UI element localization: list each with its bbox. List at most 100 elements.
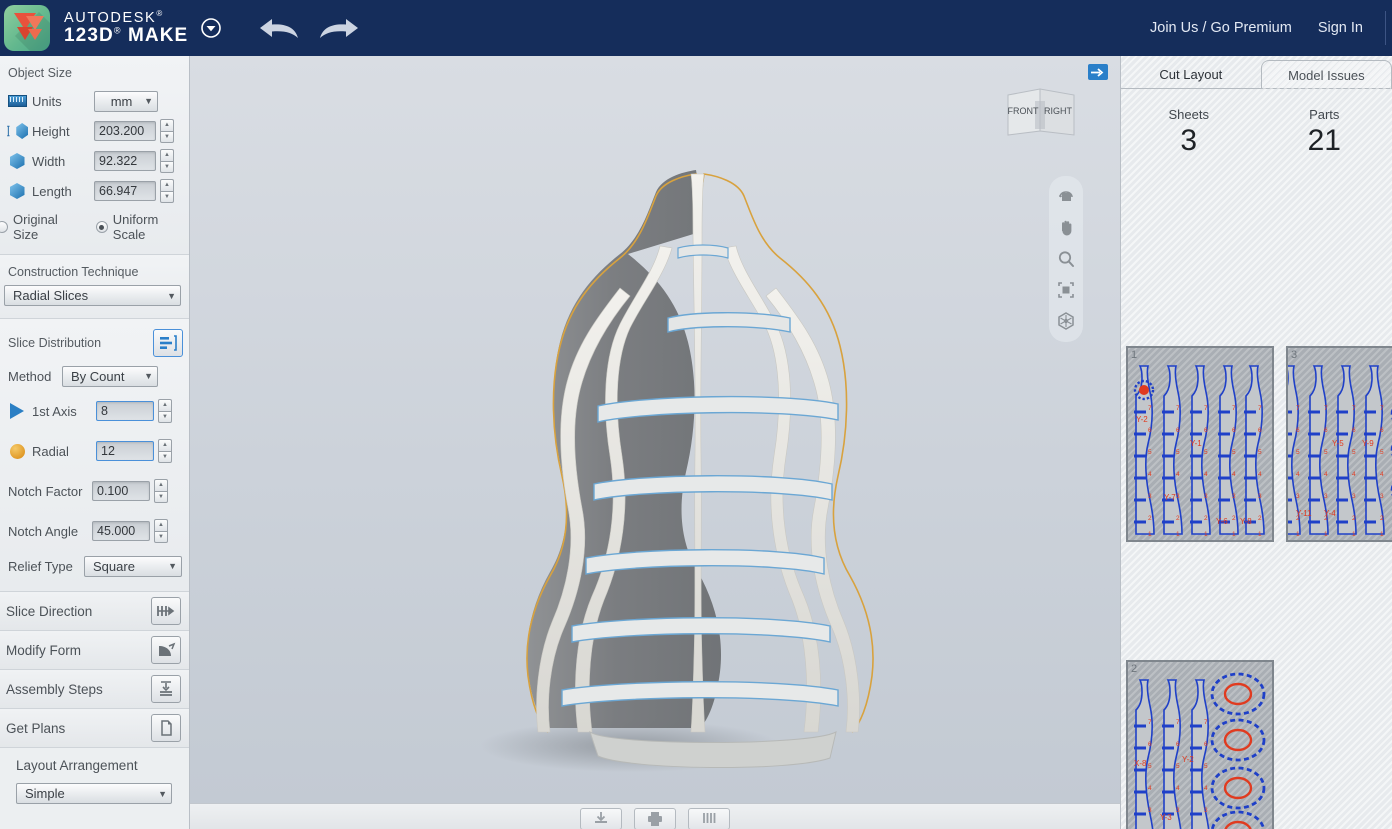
svg-text:4: 4 bbox=[1204, 785, 1208, 792]
sidebar-item-slice-direction[interactable]: Slice Direction bbox=[0, 592, 189, 631]
notch-factor-input[interactable]: 0.100 bbox=[92, 481, 150, 501]
notch-angle-stepper[interactable]: ▲ ▼ bbox=[154, 519, 168, 543]
svg-text:3: 3 bbox=[1324, 493, 1328, 500]
autodesk-123d-logo-icon[interactable] bbox=[4, 5, 50, 51]
height-stepper-down[interactable]: ▼ bbox=[160, 130, 174, 143]
width-stepper-up[interactable]: ▲ bbox=[160, 149, 174, 161]
width-input[interactable]: 92.322 bbox=[94, 151, 156, 171]
length-stepper-down[interactable]: ▼ bbox=[160, 190, 174, 203]
method-dropdown[interactable]: By Count ▼ bbox=[62, 365, 158, 387]
original-size-radio[interactable] bbox=[0, 221, 8, 233]
app-root: AUTODESK® 123D® MAKE Join Us / Go Premiu… bbox=[0, 0, 1392, 829]
pan-hand-icon[interactable] bbox=[1054, 216, 1078, 240]
svg-text:7: 7 bbox=[1258, 405, 1262, 412]
svg-text:1: 1 bbox=[1324, 531, 1328, 538]
orbit-icon[interactable] bbox=[1054, 185, 1078, 209]
print-icon[interactable] bbox=[634, 808, 676, 829]
svg-text:Y-1: Y-1 bbox=[1190, 439, 1202, 448]
svg-text:1: 1 bbox=[1380, 531, 1384, 538]
brand-make: MAKE bbox=[127, 25, 189, 47]
units-label: Units bbox=[32, 93, 62, 109]
export-download-icon[interactable] bbox=[580, 808, 622, 829]
slices-icon[interactable] bbox=[688, 808, 730, 829]
first-axis-input[interactable]: 8 bbox=[96, 401, 154, 421]
units-dropdown[interactable]: mm ▼ bbox=[94, 90, 158, 112]
layout-arrangement-value: Simple bbox=[25, 786, 65, 801]
length-stepper-up[interactable]: ▲ bbox=[160, 179, 174, 191]
svg-text:Y-9: Y-9 bbox=[1362, 439, 1374, 448]
modify-form-icon[interactable] bbox=[151, 636, 181, 664]
original-size-label: Original Size bbox=[13, 212, 58, 242]
layout-arrangement-label: Layout Arrangement bbox=[16, 758, 138, 773]
svg-text:7: 7 bbox=[1296, 405, 1300, 412]
svg-text:6: 6 bbox=[1204, 427, 1208, 434]
first-axis-stepper-up[interactable]: ▲ bbox=[158, 399, 172, 411]
panel-tabs: Cut Layout Model Issues bbox=[1121, 56, 1392, 89]
width-stepper[interactable]: ▲ ▼ bbox=[160, 149, 174, 173]
svg-text:1: 1 bbox=[1232, 531, 1236, 538]
height-stepper-up[interactable]: ▲ bbox=[160, 119, 174, 131]
notch-angle-input[interactable]: 45.000 bbox=[92, 521, 150, 541]
uniform-scale-label: Uniform Scale bbox=[112, 212, 159, 242]
notch-angle-stepper-up[interactable]: ▲ bbox=[154, 519, 168, 531]
svg-text:7: 7 bbox=[1176, 719, 1180, 726]
sidebar-item-assembly-steps[interactable]: Assembly Steps bbox=[0, 670, 189, 709]
layout-stats: Sheets 3 Parts 21 bbox=[1121, 89, 1392, 164]
slice-direction-icon[interactable] bbox=[151, 597, 181, 625]
construction-technique-title: Construction Technique bbox=[8, 265, 139, 279]
assembly-steps-icon[interactable] bbox=[151, 675, 181, 703]
page-icon[interactable] bbox=[151, 714, 181, 742]
sidebar-item-modify-form[interactable]: Modify Form bbox=[0, 631, 189, 670]
width-stepper-down[interactable]: ▼ bbox=[160, 160, 174, 173]
chevron-down-circle-icon[interactable] bbox=[200, 17, 222, 39]
undo-redo-group bbox=[258, 13, 360, 43]
radial-stepper-up[interactable]: ▲ bbox=[158, 439, 172, 451]
length-input[interactable]: 66.947 bbox=[94, 181, 156, 201]
panel-expand-arrow-icon[interactable] bbox=[1088, 64, 1108, 80]
model-viewport-3d[interactable]: FRONT RIGHT bbox=[190, 56, 1120, 803]
notch-angle-stepper-down[interactable]: ▼ bbox=[154, 530, 168, 543]
height-input[interactable]: 203.200 bbox=[94, 121, 156, 141]
relief-type-dropdown[interactable]: Square ▼ bbox=[84, 555, 182, 577]
tab-cut-layout[interactable]: Cut Layout bbox=[1121, 60, 1261, 89]
method-row: Method By Count ▼ bbox=[0, 361, 189, 391]
blue-triangle-icon bbox=[6, 401, 28, 421]
construction-technique-dropdown[interactable]: Radial Slices ▼ bbox=[4, 285, 181, 306]
fit-to-window-icon[interactable] bbox=[1054, 278, 1078, 302]
first-axis-stepper[interactable]: ▲ ▼ bbox=[158, 399, 172, 423]
sheet-thumbnail-3[interactable]: 3 7 6 5 4 3 2 1 7 6 5 4 3 2 1 7 6 5 4 3 … bbox=[1286, 346, 1392, 542]
redo-arrow-icon[interactable] bbox=[314, 13, 360, 43]
radial-input[interactable]: 12 bbox=[96, 441, 154, 461]
sheet-thumbnail-2[interactable]: 2 7 6 5 4 3 7 6 5 4 3 7 6 5 4 3 X-8 Y-2 … bbox=[1126, 660, 1274, 829]
notch-factor-stepper-down[interactable]: ▼ bbox=[154, 490, 168, 503]
relief-type-value: Square bbox=[93, 558, 135, 574]
distribution-bars-icon[interactable] bbox=[153, 329, 183, 357]
sidebar-item-get-plans[interactable]: Get Plans bbox=[0, 709, 189, 748]
svg-text:5: 5 bbox=[1204, 449, 1208, 456]
svg-text:7: 7 bbox=[1232, 405, 1236, 412]
length-label: Length bbox=[32, 183, 72, 199]
view-cube[interactable]: FRONT RIGHT bbox=[1004, 85, 1076, 137]
join-premium-link[interactable]: Join Us / Go Premium bbox=[1150, 20, 1292, 36]
tab-model-issues[interactable]: Model Issues bbox=[1260, 60, 1392, 89]
svg-text:4: 4 bbox=[1148, 785, 1152, 792]
slice-distribution-section: Slice Distribution Method By Count ▼ 1st… bbox=[0, 319, 189, 592]
svg-text:3: 3 bbox=[1204, 807, 1208, 814]
svg-text:3: 3 bbox=[1380, 493, 1384, 500]
layout-arrangement-dropdown[interactable]: Simple ▼ bbox=[16, 783, 172, 804]
undo-arrow-icon[interactable] bbox=[258, 13, 304, 43]
sheet-thumbnail-1[interactable]: 1 7 6 5 4 3 2 1 7 6 5 4 3 2 1 7 6 5 4 3 … bbox=[1126, 346, 1274, 542]
zoom-magnifier-icon[interactable] bbox=[1054, 247, 1078, 271]
radial-stepper[interactable]: ▲ ▼ bbox=[158, 439, 172, 463]
notch-factor-row: Notch Factor 0.100 ▲ ▼ bbox=[0, 471, 189, 511]
notch-factor-stepper[interactable]: ▲ ▼ bbox=[154, 479, 168, 503]
uniform-scale-radio[interactable] bbox=[95, 221, 108, 233]
orange-circle-icon bbox=[6, 441, 28, 461]
notch-factor-stepper-up[interactable]: ▲ bbox=[154, 479, 168, 491]
height-stepper[interactable]: ▲ ▼ bbox=[160, 119, 174, 143]
sign-in-link[interactable]: Sign In bbox=[1318, 20, 1363, 36]
length-stepper[interactable]: ▲ ▼ bbox=[160, 179, 174, 203]
first-axis-stepper-down[interactable]: ▼ bbox=[158, 410, 172, 423]
radial-stepper-down[interactable]: ▼ bbox=[158, 450, 172, 463]
home-view-icon[interactable] bbox=[1054, 309, 1078, 333]
